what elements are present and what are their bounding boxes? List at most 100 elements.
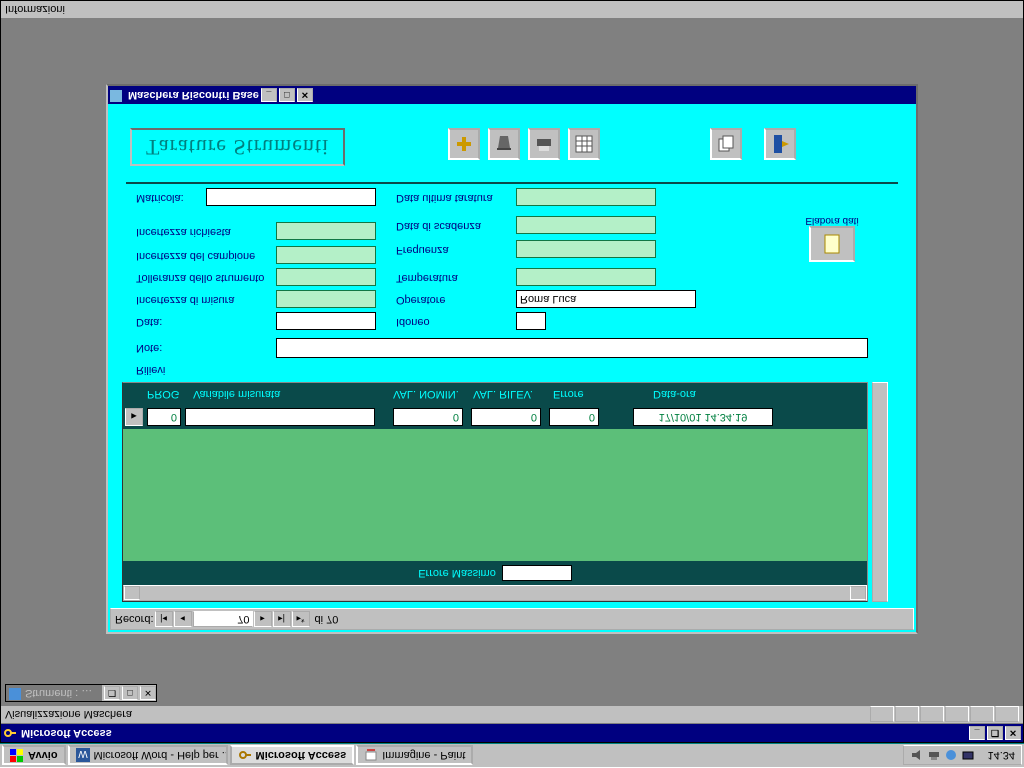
form-titlebar: Maschera Riscontri Base _ □ ✕ bbox=[108, 86, 916, 104]
cell-prog[interactable]: 0 bbox=[147, 408, 181, 426]
min-restore-button[interactable]: ❐ bbox=[104, 686, 120, 700]
add-button[interactable] bbox=[448, 128, 480, 160]
record-number-input[interactable] bbox=[193, 611, 253, 627]
app-titlebar: Microsoft Access _ ❐ ✕ bbox=[1, 724, 1023, 742]
taskbar-item-paint[interactable]: Immagine - Paint bbox=[356, 746, 473, 766]
start-label: Avvio bbox=[28, 750, 58, 762]
exit-button[interactable] bbox=[764, 128, 796, 160]
tray-printer-icon[interactable] bbox=[927, 749, 941, 763]
incertezza-misura-input[interactable] bbox=[276, 290, 376, 308]
elabora-dati-button[interactable] bbox=[809, 226, 855, 262]
hscroll-left-button[interactable] bbox=[124, 586, 140, 600]
errore-massimo-input[interactable] bbox=[502, 565, 572, 581]
form-minimize-button[interactable]: _ bbox=[261, 88, 277, 102]
cell-valril[interactable]: 0 bbox=[471, 408, 541, 426]
minimize-button[interactable]: _ bbox=[969, 726, 985, 740]
exit-door-icon bbox=[769, 133, 791, 155]
label-operatore: Operatore bbox=[396, 294, 446, 306]
datasheet-button[interactable] bbox=[568, 128, 600, 160]
subform-data-row: ▸ 0 0 0 0 17/10/01 14.34.19 bbox=[123, 407, 867, 427]
temperatura-input[interactable] bbox=[516, 268, 656, 286]
print-button[interactable] bbox=[528, 128, 560, 160]
nav-new-button[interactable]: ▸* bbox=[292, 611, 310, 627]
form-icon bbox=[9, 686, 23, 700]
copy-button[interactable] bbox=[710, 128, 742, 160]
svg-text:W: W bbox=[78, 749, 88, 760]
status-cell bbox=[995, 707, 1019, 723]
form-window: Maschera Riscontri Base _ □ ✕ Record: |◂… bbox=[106, 84, 918, 634]
frequenza-input[interactable] bbox=[516, 240, 656, 258]
taskbar-item-access[interactable]: Microsoft Access bbox=[230, 746, 355, 766]
taskbar-item-word[interactable]: W Microsoft Word - Help per ... bbox=[68, 746, 228, 766]
form-maximize-button[interactable]: □ bbox=[279, 88, 295, 102]
form-body: Record: |◂ ◂ ▸ ▸| ▸* di 70 bbox=[110, 104, 914, 630]
label-dataulttar: Data ultima taratura bbox=[396, 192, 493, 204]
record-navigator: Record: |◂ ◂ ▸ ▸| ▸* di 70 bbox=[110, 608, 914, 630]
status-cell bbox=[970, 707, 994, 723]
taskbar-item-label: Microsoft Access bbox=[256, 750, 347, 762]
matricola-input[interactable] bbox=[206, 188, 376, 206]
label-frequenza: Frequenza bbox=[396, 244, 449, 256]
col-dataora: Data-ora bbox=[653, 388, 696, 400]
nav-next-button[interactable]: ▸ bbox=[254, 611, 272, 627]
row-selector[interactable]: ▸ bbox=[125, 408, 143, 426]
subform-hscroll[interactable] bbox=[123, 585, 867, 601]
cell-errore[interactable]: 0 bbox=[549, 408, 599, 426]
label-inccamp: Incertezza del campione bbox=[136, 250, 255, 262]
record-label: Record: bbox=[115, 613, 154, 625]
hscroll-right-button[interactable] bbox=[850, 586, 866, 600]
data-input[interactable] bbox=[276, 312, 376, 330]
label-note: Note: bbox=[136, 342, 162, 354]
min-maximize-button[interactable]: □ bbox=[122, 686, 138, 700]
data-ultima-taratura-input[interactable] bbox=[516, 188, 656, 206]
form-title: Maschera Riscontri Base bbox=[128, 89, 259, 101]
cell-valnom[interactable]: 0 bbox=[393, 408, 463, 426]
incertezza-richiesta-input[interactable] bbox=[276, 222, 376, 240]
view-mode-bar: Visualizzazione Maschera bbox=[1, 706, 1023, 724]
subform-vscroll[interactable] bbox=[872, 382, 888, 602]
label-temperatura: Temperatura bbox=[396, 272, 458, 284]
min-close-button[interactable]: ✕ bbox=[140, 686, 156, 700]
subform-empty-area bbox=[123, 429, 867, 561]
idoneo-input[interactable] bbox=[516, 312, 546, 330]
minimized-title: Strumenti : … bbox=[6, 685, 102, 701]
restore-button[interactable]: ❐ bbox=[987, 726, 1003, 740]
status-cell bbox=[920, 707, 944, 723]
form-close-button[interactable]: ✕ bbox=[297, 88, 313, 102]
cell-dataora[interactable]: 17/10/01 14.34.19 bbox=[633, 408, 773, 426]
label-incmis: Incertezza di misura bbox=[136, 294, 234, 306]
data-scadenza-input[interactable] bbox=[516, 216, 656, 234]
status-cell bbox=[945, 707, 969, 723]
rilievi-subform: Errore Massimo ▸ 0 0 0 0 17/10/01 14.34.… bbox=[122, 382, 868, 602]
label-datascad: Data di scadenza bbox=[396, 220, 481, 232]
status-text: Informazioni bbox=[5, 4, 65, 16]
note-input[interactable] bbox=[276, 338, 868, 358]
cell-variabile[interactable] bbox=[185, 408, 375, 426]
operatore-input[interactable]: Roma Luca bbox=[516, 290, 696, 308]
label-tolstr: Tolleranza dello strumento bbox=[136, 272, 264, 284]
col-valnom: VAL. NOMIN. bbox=[393, 388, 459, 400]
form-icon bbox=[110, 88, 124, 102]
minimized-strumenti-window[interactable]: Strumenti : … ❐ □ ✕ bbox=[5, 684, 157, 702]
errore-massimo-label: Errore Massimo bbox=[418, 567, 496, 579]
delete-button[interactable] bbox=[488, 128, 520, 160]
word-icon: W bbox=[76, 749, 90, 763]
nav-first-button[interactable]: |◂ bbox=[155, 611, 173, 627]
col-valril: VAL. RILEV. bbox=[473, 388, 533, 400]
errore-massimo-row: Errore Massimo bbox=[123, 563, 867, 583]
close-button[interactable]: ✕ bbox=[1005, 726, 1021, 740]
separator bbox=[126, 182, 898, 184]
tray-speaker-icon[interactable] bbox=[910, 749, 924, 763]
incertezza-campione-input[interactable] bbox=[276, 246, 376, 264]
start-button[interactable]: Avvio bbox=[2, 746, 66, 766]
tray-agent-icon[interactable] bbox=[944, 749, 958, 763]
nav-last-button[interactable]: ▸| bbox=[273, 611, 291, 627]
paint-icon bbox=[364, 749, 378, 763]
tray-display-icon[interactable] bbox=[961, 749, 975, 763]
nav-prev-button[interactable]: ◂ bbox=[174, 611, 192, 627]
system-tray: 14.34 bbox=[903, 746, 1022, 766]
copy-icon bbox=[716, 134, 736, 154]
tolleranza-strumento-input[interactable] bbox=[276, 268, 376, 286]
label-increq: Incertezza richiesta bbox=[136, 226, 231, 238]
subform-header: PROG Variabile misurata VAL. NOMIN. VAL.… bbox=[123, 383, 867, 405]
